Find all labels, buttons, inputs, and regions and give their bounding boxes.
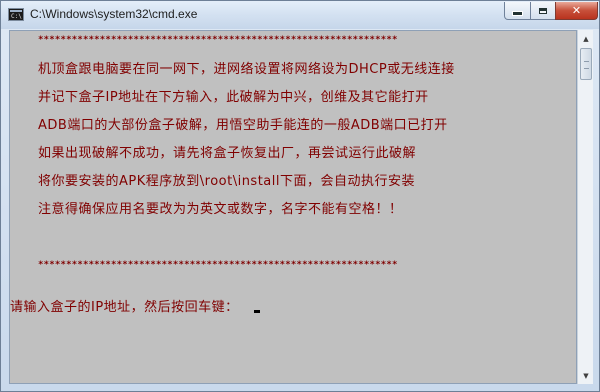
vertical-scrollbar[interactable]: ▲ ▼: [577, 30, 593, 384]
input-prompt: 请输入盒子的IP地址，然后按回车键：: [10, 300, 239, 315]
close-icon: ✕: [571, 3, 582, 17]
text-cursor: [254, 310, 260, 313]
console-line-4: 如果出现破解不成功，请先将盒子恢复出厂，再尝试运行此破解: [38, 146, 417, 161]
console-line-3: ADB端口的大部份盒子破解，用悟空助手能连的一般ADB端口已打开: [38, 118, 448, 133]
title-bar[interactable]: C:\ C:\Windows\system32\cmd.exe ✕: [1, 1, 599, 29]
cmd-icon[interactable]: C:\: [8, 8, 24, 21]
scroll-down-button[interactable]: ▼: [578, 367, 594, 384]
console-line-2: 并记下盒子IP地址在下方输入，此破解为中兴，创维及其它能打开: [38, 90, 429, 105]
maximize-icon: [539, 7, 547, 14]
console-line-6: 注意得确保应用名要改为为英文或数字，名字不能有空格！！: [38, 202, 403, 217]
minimize-icon: [512, 11, 523, 16]
separator-top: ****************************************…: [38, 35, 398, 45]
minimize-button[interactable]: [504, 2, 531, 20]
cmd-icon-glyph: C:\: [11, 13, 22, 20]
separator-bottom: ****************************************…: [38, 260, 398, 270]
console-line-5: 将你要安装的APK程序放到\root\install下面，会自动执行安装: [38, 174, 415, 189]
console-output[interactable]: ****************************************…: [9, 30, 577, 384]
resize-grip[interactable]: [577, 384, 593, 392]
arrow-up-icon: ▲: [583, 34, 589, 43]
cmd-window: C:\ C:\Windows\system32\cmd.exe ✕ ******…: [0, 0, 600, 392]
console-line-1: 机顶盒跟电脑要在同一网下，进网络设置将网络设为DHCP或无线连接: [38, 62, 455, 77]
scroll-up-button[interactable]: ▲: [578, 30, 594, 47]
window-title: C:\Windows\system32\cmd.exe: [30, 7, 198, 21]
close-button[interactable]: ✕: [555, 2, 598, 20]
maximize-button[interactable]: [530, 2, 556, 20]
scroll-thumb[interactable]: [580, 48, 592, 80]
arrow-down-icon: ▼: [583, 371, 589, 380]
